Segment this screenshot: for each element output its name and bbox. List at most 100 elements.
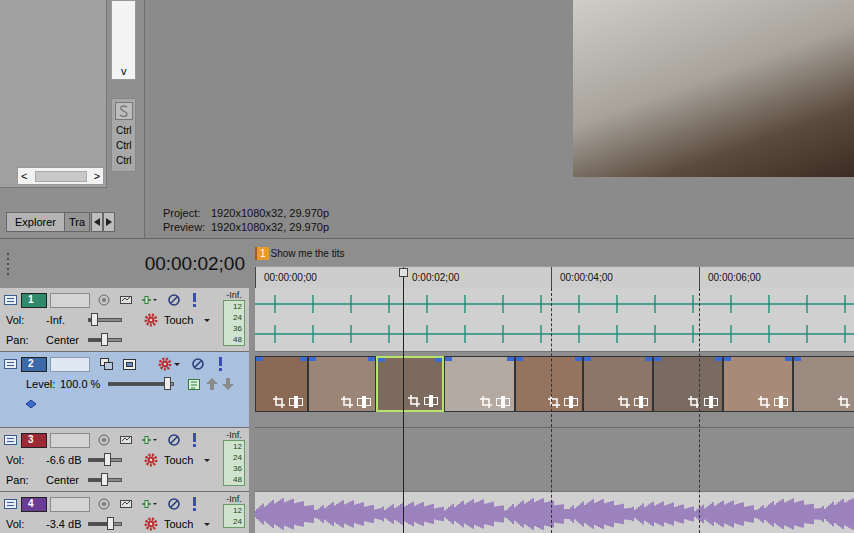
move-down-icon[interactable] bbox=[222, 378, 234, 390]
envelope-icon[interactable] bbox=[120, 498, 132, 510]
video-clip[interactable] bbox=[308, 356, 376, 412]
slider[interactable] bbox=[88, 330, 122, 350]
slider[interactable] bbox=[88, 470, 122, 490]
fade-handle[interactable] bbox=[724, 357, 731, 361]
fade-handle[interactable] bbox=[785, 357, 792, 361]
solo-icon[interactable] bbox=[216, 357, 225, 371]
scroll-left-button[interactable]: < bbox=[21, 170, 27, 182]
grip-icon[interactable] bbox=[6, 252, 10, 276]
fx-icon[interactable] bbox=[142, 434, 158, 446]
automation-mode[interactable]: Touch bbox=[164, 452, 200, 469]
playhead-handle[interactable] bbox=[399, 268, 408, 277]
right-arrow-icon[interactable] bbox=[104, 217, 114, 227]
marker-flag[interactable]: 1 bbox=[255, 247, 269, 260]
slider-track[interactable] bbox=[88, 522, 122, 526]
crop-icon[interactable] bbox=[480, 396, 492, 408]
track-header[interactable]: 3Vol:-6.6 dBTouchPan:Center-Inf.12243648 bbox=[0, 428, 249, 492]
slider-knob[interactable] bbox=[101, 333, 108, 346]
slider[interactable] bbox=[88, 514, 122, 533]
event-pan-icon[interactable] bbox=[704, 396, 718, 408]
fade-handle[interactable] bbox=[715, 357, 722, 361]
record-arm-icon[interactable] bbox=[98, 434, 110, 446]
track-number-badge[interactable]: 3 bbox=[21, 433, 47, 448]
record-arm-icon[interactable] bbox=[98, 498, 110, 510]
track-motion-icon[interactable] bbox=[123, 359, 136, 370]
automation-gear-icon[interactable] bbox=[144, 313, 158, 327]
event-pan-icon[interactable] bbox=[357, 396, 371, 408]
event-pan-icon[interactable] bbox=[564, 396, 578, 408]
marker[interactable]: 1Show me the tits bbox=[255, 247, 344, 260]
slider-knob[interactable] bbox=[91, 313, 98, 326]
snapshot-icon[interactable] bbox=[115, 102, 133, 120]
video-clip[interactable] bbox=[444, 356, 515, 412]
event-pan-icon[interactable] bbox=[424, 395, 438, 407]
video-clip[interactable] bbox=[255, 356, 308, 412]
fade-handle[interactable] bbox=[368, 357, 375, 361]
solo-icon[interactable] bbox=[190, 433, 199, 447]
track-header[interactable]: 2Level:100.0 % bbox=[0, 352, 249, 428]
collapse-icon[interactable] bbox=[4, 359, 17, 369]
video-clip[interactable] bbox=[653, 356, 723, 412]
scroll-thumb[interactable] bbox=[35, 171, 87, 182]
solo-icon[interactable] bbox=[190, 497, 199, 511]
panel-tab[interactable]: Explorer bbox=[6, 212, 65, 232]
crop-icon[interactable] bbox=[838, 396, 850, 408]
crop-icon[interactable] bbox=[408, 395, 420, 407]
move-up-icon[interactable] bbox=[206, 378, 218, 390]
mute-icon[interactable] bbox=[168, 498, 180, 510]
event-pan-icon[interactable] bbox=[774, 396, 788, 408]
keyframe-icon[interactable] bbox=[26, 400, 36, 408]
dropdown-arrow-icon[interactable] bbox=[174, 363, 180, 366]
fade-handle[interactable] bbox=[575, 357, 582, 361]
slider-track[interactable] bbox=[88, 458, 122, 462]
crop-icon[interactable] bbox=[273, 396, 285, 408]
collapse-icon[interactable] bbox=[4, 435, 17, 445]
fade-handle[interactable] bbox=[654, 357, 661, 361]
dropdown-arrow-icon[interactable] bbox=[204, 459, 210, 462]
gear-icon[interactable] bbox=[158, 357, 172, 371]
playhead[interactable] bbox=[403, 268, 404, 533]
slider-track[interactable] bbox=[88, 478, 122, 482]
track-name-field[interactable] bbox=[50, 497, 90, 512]
collapse-icon[interactable] bbox=[4, 295, 17, 305]
panel-tab[interactable]: Tra bbox=[65, 212, 90, 232]
collapse-icon[interactable] bbox=[4, 499, 17, 509]
slider-fill[interactable] bbox=[109, 383, 168, 385]
envelope-icon[interactable] bbox=[120, 434, 132, 446]
scroll-down-button[interactable]: v bbox=[121, 65, 127, 77]
compositing-icon[interactable] bbox=[100, 358, 113, 370]
crop-icon[interactable] bbox=[341, 396, 353, 408]
mute-icon[interactable] bbox=[168, 434, 180, 446]
slider-track[interactable] bbox=[88, 318, 122, 322]
mute-icon[interactable] bbox=[192, 358, 204, 370]
video-clip[interactable] bbox=[376, 356, 444, 412]
slider-knob[interactable] bbox=[104, 453, 111, 466]
fade-handle[interactable] bbox=[309, 357, 316, 361]
scroll-right-button[interactable]: > bbox=[94, 170, 100, 182]
slider[interactable] bbox=[88, 310, 122, 330]
track-name-field[interactable] bbox=[50, 293, 90, 308]
automation-mode[interactable]: Touch bbox=[164, 516, 200, 533]
record-arm-icon[interactable] bbox=[98, 294, 110, 306]
track-number-badge[interactable]: 2 bbox=[21, 357, 47, 372]
track-header[interactable]: 1Vol:-Inf.TouchPan:Center-Inf.12243648 bbox=[0, 288, 249, 352]
slider-knob[interactable] bbox=[101, 473, 108, 486]
fade-handle[interactable] bbox=[794, 357, 801, 361]
mute-icon[interactable] bbox=[168, 294, 180, 306]
video-clip[interactable] bbox=[515, 356, 583, 412]
tab-next-button[interactable] bbox=[103, 212, 115, 232]
automation-mode[interactable]: Touch bbox=[164, 312, 200, 329]
crop-icon[interactable] bbox=[618, 396, 630, 408]
slider-track[interactable] bbox=[88, 338, 122, 342]
dropdown-arrow-icon[interactable] bbox=[204, 319, 210, 322]
tab-label[interactable]: Tra bbox=[69, 214, 85, 231]
fade-handle[interactable] bbox=[435, 358, 442, 362]
fx-icon[interactable] bbox=[142, 294, 158, 306]
video-clip[interactable] bbox=[583, 356, 653, 412]
automation-gear-icon[interactable] bbox=[144, 517, 158, 531]
video-clip[interactable] bbox=[723, 356, 793, 412]
event-pan-icon[interactable] bbox=[289, 396, 303, 408]
tab-prev-button[interactable] bbox=[91, 212, 103, 232]
slider[interactable] bbox=[88, 450, 122, 470]
automation-gear-icon[interactable] bbox=[144, 453, 158, 467]
